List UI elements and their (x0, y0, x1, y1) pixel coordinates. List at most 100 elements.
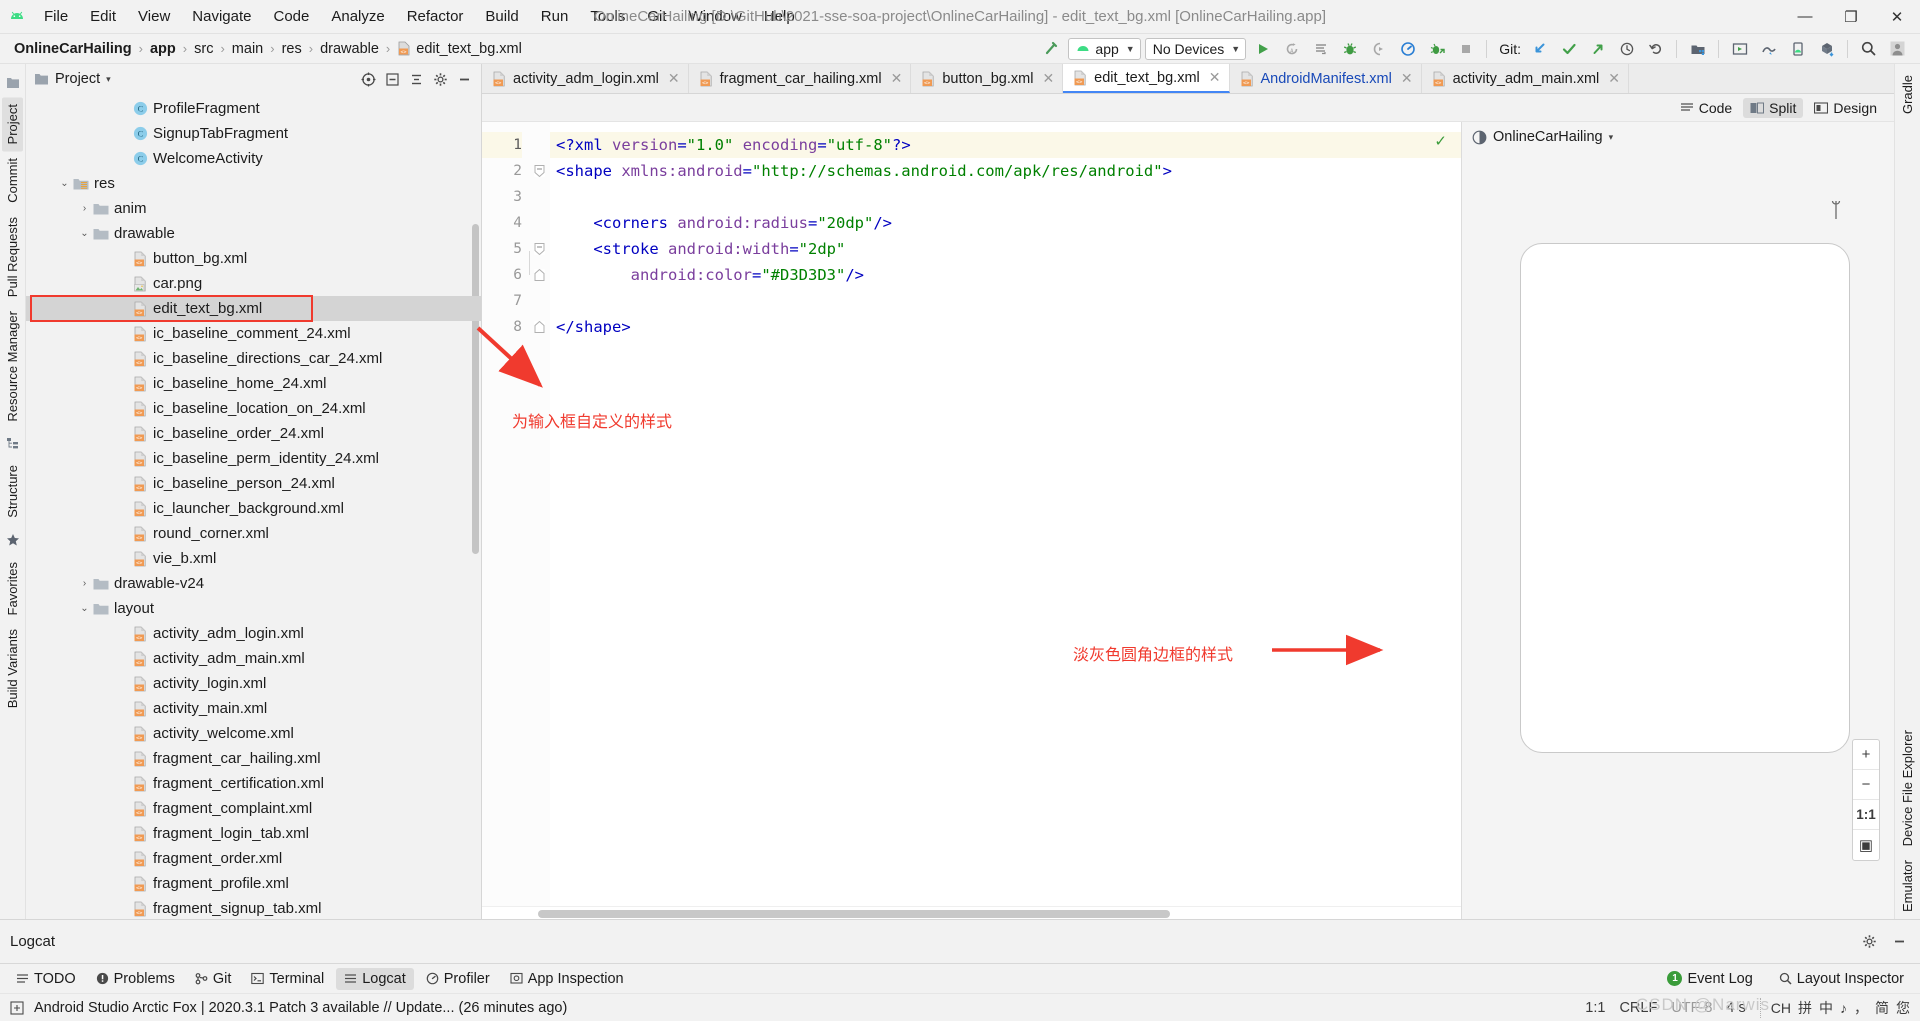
fold-marker-stroke[interactable] (528, 236, 550, 262)
tree-row[interactable]: › anim (26, 196, 481, 221)
file-encoding[interactable]: UTF-8 (1671, 1000, 1712, 1016)
indent-setting[interactable]: 4 s (1726, 1000, 1745, 1016)
search-everywhere-icon[interactable] (1856, 37, 1881, 61)
zoom-fit-button[interactable]: ▣ (1853, 830, 1879, 860)
sidebar-item-emulator[interactable]: Emulator (1897, 853, 1918, 919)
status-tab-terminal[interactable]: Terminal (243, 968, 332, 990)
fold-marker-shape[interactable] (528, 158, 550, 184)
sidebar-item-commit[interactable]: Commit (2, 151, 23, 210)
fold-end-icon[interactable] (533, 321, 545, 333)
close-tab-icon[interactable]: ✕ (891, 70, 903, 87)
device-manager-icon[interactable] (1785, 37, 1810, 61)
tree-row[interactable]: <> fragment_signup_tab.xml (26, 896, 481, 919)
tree-row[interactable]: ⌄ drawable (26, 221, 481, 246)
menu-tools[interactable]: Tools (580, 5, 635, 28)
editor-tab[interactable]: <> button_bg.xml ✕ (911, 64, 1064, 93)
tree-row[interactable]: <> ic_baseline_directions_car_24.xml (26, 346, 481, 371)
event-log-button[interactable]: 1 Event Log (1659, 968, 1760, 990)
view-mode-design[interactable]: Design (1807, 98, 1884, 118)
debug-attach-process-icon[interactable] (1424, 37, 1449, 61)
breadcrumb-item-main[interactable]: main (228, 39, 267, 59)
zoom-actual-size-button[interactable]: 1:1 (1853, 800, 1879, 830)
debug-icon[interactable] (1337, 37, 1362, 61)
git-commit-icon[interactable] (1556, 37, 1581, 61)
close-tab-icon[interactable]: ✕ (1209, 69, 1221, 86)
sidebar-item-resource-manager[interactable]: Resource Manager (2, 304, 23, 429)
git-push-icon[interactable] (1585, 37, 1610, 61)
status-tab-problems[interactable]: Problems (88, 968, 183, 990)
tree-row[interactable]: C ProfileFragment (26, 96, 481, 121)
run-with-coverage-icon[interactable]: A (1279, 37, 1304, 61)
minimize-button[interactable]: — (1782, 0, 1828, 34)
tree-row[interactable]: ⌄ res (26, 171, 481, 196)
menu-help[interactable]: Help (754, 5, 805, 28)
maximize-button[interactable]: ❐ (1828, 0, 1874, 34)
tree-row[interactable]: <> ic_baseline_perm_identity_24.xml (26, 446, 481, 471)
history-icon[interactable] (1614, 37, 1639, 61)
menu-code[interactable]: Code (263, 5, 319, 28)
chevron-right-icon[interactable]: › (78, 202, 91, 215)
tree-row[interactable]: <> ic_launcher_background.xml (26, 496, 481, 521)
tree-row[interactable]: <> activity_adm_login.xml (26, 621, 481, 646)
layout-inspector-button[interactable]: Layout Inspector (1771, 968, 1912, 990)
fold-end-icon[interactable] (533, 269, 545, 281)
menu-run[interactable]: Run (531, 5, 579, 28)
scrollbar-thumb[interactable] (538, 910, 1170, 918)
editor-tab[interactable]: <> AndroidManifest.xml ✕ (1229, 64, 1422, 93)
editor-tab[interactable]: <> fragment_car_hailing.xml ✕ (688, 64, 912, 93)
menu-git[interactable]: Git (637, 5, 676, 28)
code-horizontal-scrollbar[interactable] (482, 906, 1461, 919)
user-account-icon[interactable] (1885, 37, 1910, 61)
git-update-icon[interactable] (1527, 37, 1552, 61)
tree-row[interactable]: <> activity_main.xml (26, 696, 481, 721)
tree-row[interactable]: C WelcomeActivity (26, 146, 481, 171)
status-tab-logcat[interactable]: Logcat (336, 967, 414, 990)
breadcrumb-item-res[interactable]: res (278, 39, 306, 59)
device-preview-frame[interactable] (1520, 243, 1850, 753)
status-tab-app-inspection[interactable]: App Inspection (502, 968, 632, 990)
gradle-sync-icon[interactable] (1814, 37, 1839, 61)
tree-row[interactable]: <> vie_b.xml (26, 546, 481, 571)
pin-icon[interactable] (1830, 200, 1842, 220)
hide-icon[interactable] (1888, 931, 1910, 953)
tree-row[interactable]: <> fragment_login_tab.xml (26, 821, 481, 846)
code-editor-body[interactable]: 12345678 <?xml version="1.0" encoding="u… (482, 122, 1461, 906)
breadcrumb-item-src[interactable]: src (190, 39, 217, 59)
ime-simplified[interactable]: 简 (1875, 998, 1889, 1018)
ime-tone[interactable]: ♪ (1840, 1000, 1847, 1016)
status-tab-git[interactable]: Git (187, 968, 240, 990)
status-tab-todo[interactable]: TODO (8, 968, 84, 990)
device-selector[interactable]: No Devices ▼ (1144, 37, 1247, 60)
code-folding-gutter[interactable] (528, 122, 550, 906)
zoom-in-button[interactable]: + (1853, 740, 1879, 770)
line-separator[interactable]: CRLF (1619, 1000, 1657, 1016)
sidebar-item-favorites[interactable]: Favorites (2, 555, 23, 622)
menu-refactor[interactable]: Refactor (397, 5, 474, 28)
tree-row[interactable]: <> button_bg.xml (26, 246, 481, 271)
attach-debugger-icon[interactable] (1366, 37, 1391, 61)
preview-canvas[interactable]: + − 1:1 ▣ (1462, 152, 1894, 919)
avd-manager-icon[interactable] (1685, 37, 1710, 61)
tree-row[interactable]: <> ic_baseline_order_24.xml (26, 421, 481, 446)
select-opened-file-icon[interactable] (357, 68, 379, 90)
tree-row[interactable]: <> ic_baseline_home_24.xml (26, 371, 481, 396)
sidebar-item-project[interactable]: Project (2, 97, 23, 152)
status-tab-profiler[interactable]: Profiler (418, 968, 498, 990)
tree-row[interactable]: car.png (26, 271, 481, 296)
chevron-down-icon[interactable]: ⌄ (58, 177, 71, 190)
sidebar-item-device-file-explorer[interactable]: Device File Explorer (1897, 723, 1918, 853)
breadcrumb-item-file[interactable]: <> edit_text_bg.xml (393, 39, 526, 59)
view-mode-code[interactable]: Code (1673, 98, 1739, 118)
zoom-out-button[interactable]: − (1853, 770, 1879, 800)
close-tab-icon[interactable]: ✕ (1042, 70, 1054, 87)
tree-row[interactable]: ⌄ layout (26, 596, 481, 621)
tree-row[interactable]: <> activity_login.xml (26, 671, 481, 696)
fold-marker-shape-end[interactable] (528, 314, 550, 340)
close-tab-icon[interactable]: ✕ (668, 70, 680, 87)
tree-row[interactable]: <> ic_baseline_location_on_24.xml (26, 396, 481, 421)
settings-gear-icon[interactable] (429, 68, 451, 90)
menu-navigate[interactable]: Navigate (182, 5, 261, 28)
tree-row[interactable]: <> fragment_profile.xml (26, 871, 481, 896)
menu-file[interactable]: File (34, 5, 78, 28)
code-editor[interactable]: 12345678 <?xml version="1.0" encoding="u… (482, 122, 1462, 919)
